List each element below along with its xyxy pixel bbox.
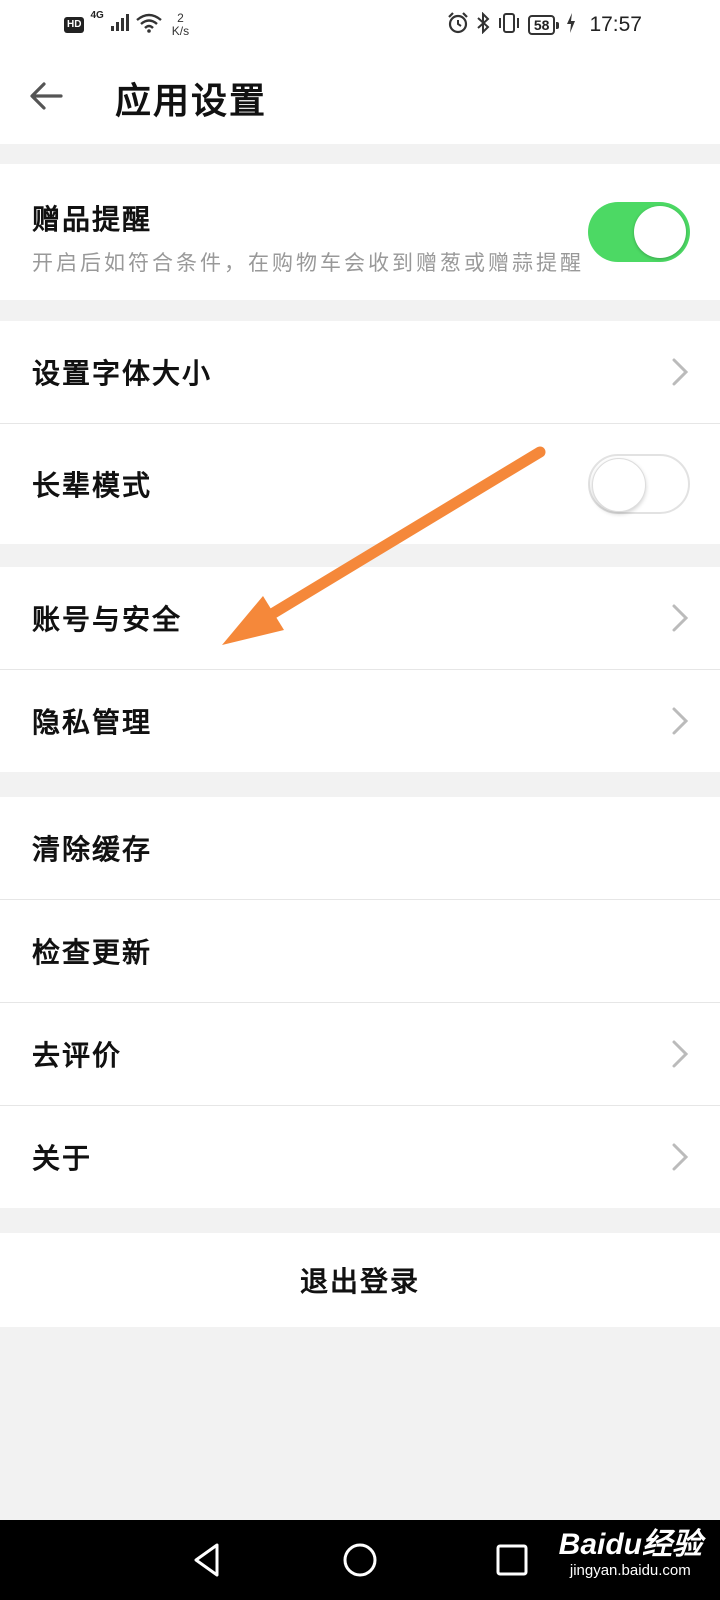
logout-label: 退出登录 xyxy=(299,1265,420,1298)
display-settings-card: 设置字体大小 长辈模式 xyxy=(0,321,720,544)
gift-reminder-title: 赠品提醒 xyxy=(32,203,153,236)
status-bar: HD 4G 2 K/s 58 17:57 xyxy=(0,0,720,50)
nav-home-button[interactable] xyxy=(340,1540,380,1580)
status-right: 58 17:57 xyxy=(447,10,642,40)
toggle-knob xyxy=(634,206,686,258)
chevron-right-icon xyxy=(672,1040,689,1068)
about-row[interactable]: 关于 xyxy=(0,1106,720,1208)
chevron-right-icon xyxy=(672,1143,689,1171)
baidu-watermark: Baidu经验 jingyan.baidu.com xyxy=(559,1528,702,1580)
gift-reminder-toggle[interactable] xyxy=(588,202,690,262)
charging-icon xyxy=(566,12,576,38)
clear-cache-row[interactable]: 清除缓存 xyxy=(0,797,720,900)
font-size-row[interactable]: 设置字体大小 xyxy=(0,321,720,424)
back-arrow-icon xyxy=(30,82,63,110)
back-button[interactable] xyxy=(26,76,66,116)
gift-reminder-card: 赠品提醒 开启后如符合条件，在购物车会收到赠葱或赠蒜提醒 xyxy=(0,164,720,300)
check-update-row[interactable]: 检查更新 xyxy=(0,900,720,1003)
account-card: 账号与安全 隐私管理 xyxy=(0,567,720,772)
account-security-row[interactable]: 账号与安全 xyxy=(0,567,720,670)
page-title: 应用设置 xyxy=(115,81,268,122)
triangle-back-icon xyxy=(194,1543,219,1577)
privacy-row[interactable]: 隐私管理 xyxy=(0,670,720,772)
logout-button[interactable]: 退出登录 xyxy=(0,1233,720,1327)
misc-card: 清除缓存 检查更新 去评价 关于 xyxy=(0,797,720,1208)
rate-label: 去评价 xyxy=(32,1039,123,1072)
signal-icon xyxy=(110,13,130,37)
chevron-right-icon xyxy=(672,358,689,386)
elder-mode-label: 长辈模式 xyxy=(32,469,153,502)
watermark-url: jingyan.baidu.com xyxy=(569,1562,691,1579)
elder-mode-toggle[interactable] xyxy=(588,454,690,514)
network-speed: 2 K/s xyxy=(172,12,189,38)
privacy-label: 隐私管理 xyxy=(32,706,153,739)
network-type: 4G xyxy=(90,10,104,21)
toggle-knob xyxy=(592,458,646,512)
check-update-label: 检查更新 xyxy=(32,936,153,969)
vibrate-icon xyxy=(497,12,521,39)
status-left: HD 4G 2 K/s xyxy=(64,10,189,40)
wifi-icon xyxy=(136,13,162,38)
alarm-icon xyxy=(447,11,469,39)
clock: 17:57 xyxy=(589,13,642,36)
speed-unit: K/s xyxy=(171,24,190,38)
hd-badge: HD xyxy=(64,17,85,33)
bluetooth-icon xyxy=(476,11,490,39)
chevron-right-icon xyxy=(672,604,689,632)
circle-home-icon xyxy=(343,1543,377,1577)
watermark-brand: Baidu经验 xyxy=(558,1528,702,1561)
nav-recents-button[interactable] xyxy=(492,1540,532,1580)
square-recents-icon xyxy=(496,1544,528,1576)
rate-row[interactable]: 去评价 xyxy=(0,1003,720,1106)
battery-indicator: 58 xyxy=(527,15,559,35)
nav-back-button[interactable] xyxy=(188,1540,228,1580)
font-size-label: 设置字体大小 xyxy=(32,357,213,390)
chevron-right-icon xyxy=(672,707,689,735)
system-nav-bar: Baidu经验 jingyan.baidu.com xyxy=(0,1520,720,1600)
gift-reminder-description: 开启后如符合条件，在购物车会收到赠葱或赠蒜提醒 xyxy=(32,251,584,275)
elder-mode-row: 长辈模式 xyxy=(0,424,720,544)
clear-cache-label: 清除缓存 xyxy=(32,833,153,866)
about-label: 关于 xyxy=(32,1142,93,1175)
account-security-label: 账号与安全 xyxy=(32,603,183,636)
app-header: 应用设置 xyxy=(0,50,720,144)
